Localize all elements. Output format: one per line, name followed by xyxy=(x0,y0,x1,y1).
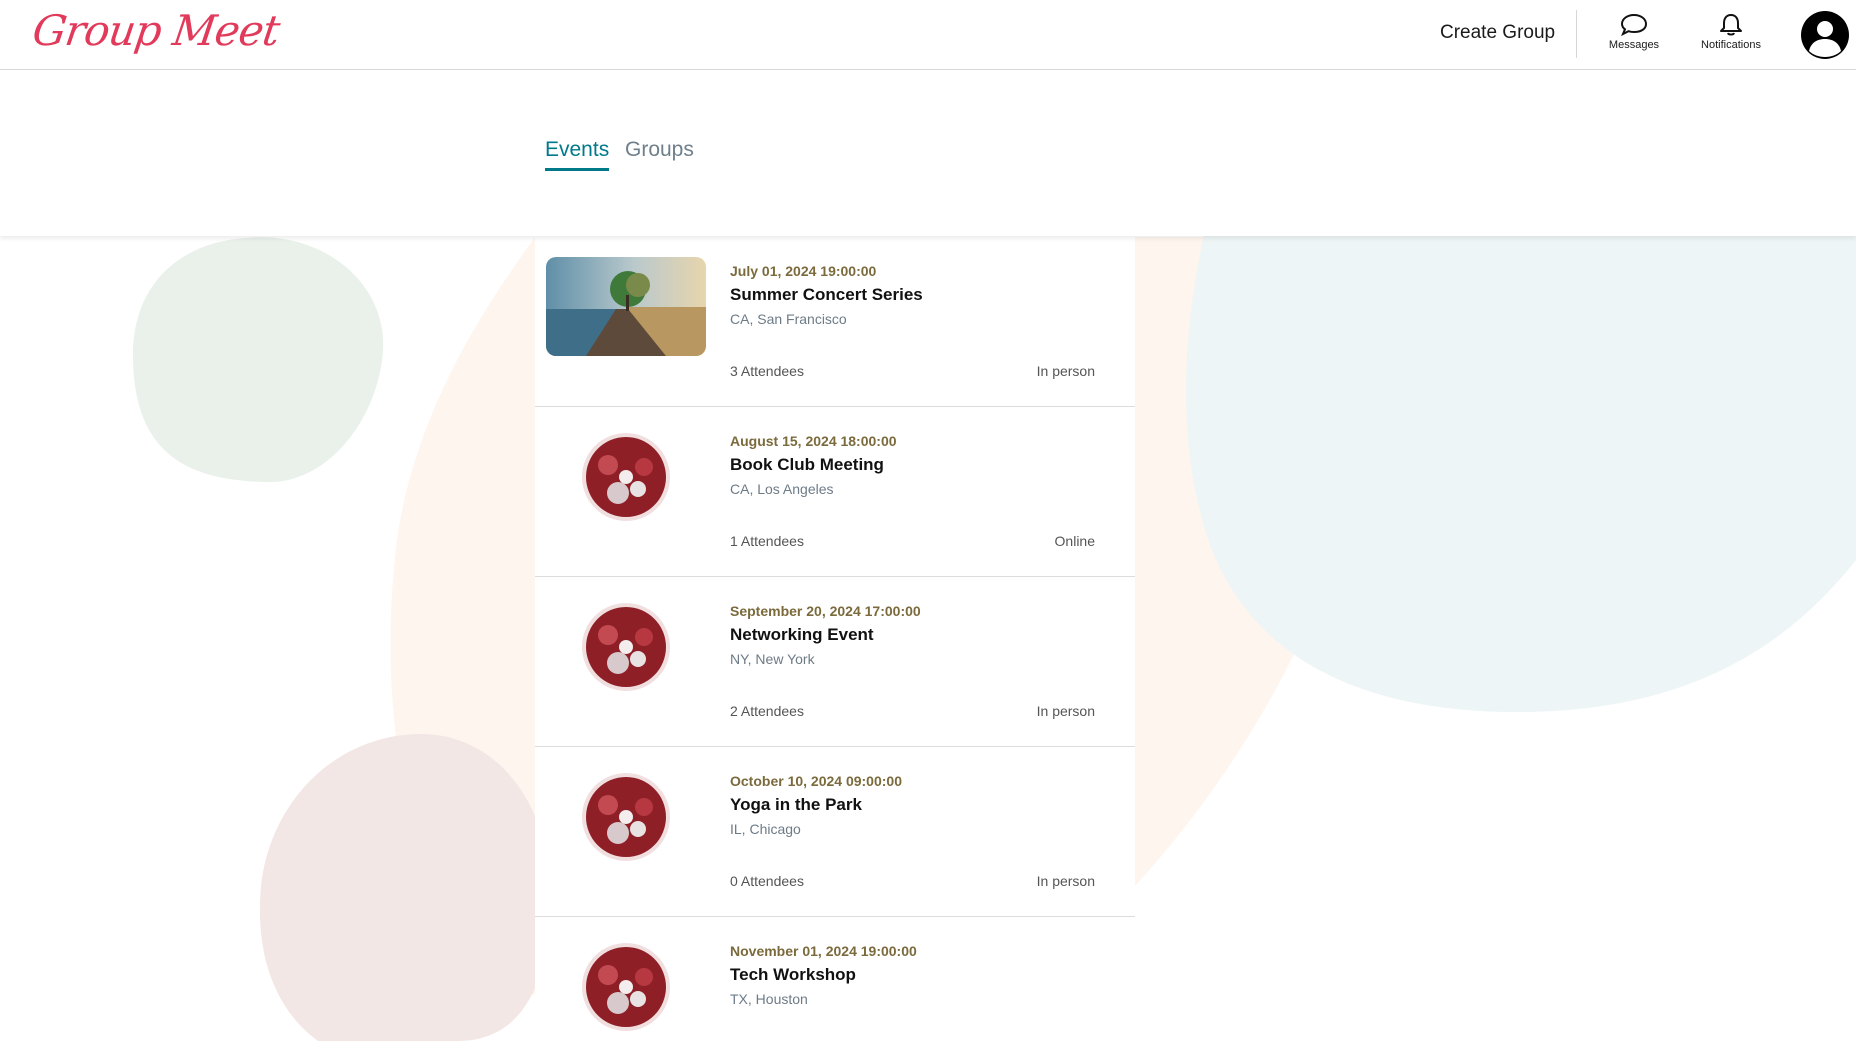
decorative-blob-green xyxy=(132,237,384,483)
event-attendees: 3 Attendees xyxy=(730,363,804,379)
messages-label: Messages xyxy=(1608,39,1660,51)
event-thumbnail xyxy=(546,597,706,696)
tab-bar: Events Groups xyxy=(0,70,1856,236)
event-mode: Online xyxy=(1054,533,1095,549)
event-title[interactable]: Summer Concert Series xyxy=(730,285,923,305)
tab-groups[interactable]: Groups xyxy=(625,138,694,168)
create-group-link[interactable]: Create Group xyxy=(1440,22,1555,44)
event-thumbnail xyxy=(546,257,706,356)
event-details: November 01, 2024 19:00:00 Tech Workshop… xyxy=(730,943,917,1007)
event-details: July 01, 2024 19:00:00 Summer Concert Se… xyxy=(730,263,923,327)
event-card[interactable]: August 15, 2024 18:00:00 Book Club Meeti… xyxy=(535,407,1135,577)
flower-sphere-image xyxy=(582,433,670,521)
event-thumbnail xyxy=(546,427,706,526)
event-thumbnail xyxy=(546,767,706,866)
notifications-button[interactable]: Notifications xyxy=(1686,13,1776,51)
notifications-label: Notifications xyxy=(1701,39,1761,51)
event-card[interactable]: September 20, 2024 17:00:00 Networking E… xyxy=(535,577,1135,747)
decorative-blob-blue xyxy=(1186,230,1856,713)
event-details: October 10, 2024 09:00:00 Yoga in the Pa… xyxy=(730,773,902,837)
event-location: TX, Houston xyxy=(730,991,808,1007)
event-location: NY, New York xyxy=(730,651,815,667)
event-title[interactable]: Tech Workshop xyxy=(730,965,917,985)
event-mode: In person xyxy=(1036,873,1095,889)
flower-sphere-image xyxy=(582,773,670,861)
event-date: August 15, 2024 18:00:00 xyxy=(730,433,897,449)
user-avatar[interactable] xyxy=(1801,11,1849,59)
event-mode: In person xyxy=(1036,363,1095,379)
event-attendees: 2 Attendees xyxy=(730,703,804,719)
event-location: CA, Los Angeles xyxy=(730,481,834,497)
flower-sphere-image xyxy=(582,943,670,1031)
bell-icon xyxy=(1720,14,1742,36)
landscape-photo xyxy=(546,257,706,356)
event-card[interactable]: October 10, 2024 09:00:00 Yoga in the Pa… xyxy=(535,747,1135,917)
group-meet-logo[interactable]: Group Meet xyxy=(30,6,283,55)
event-details: August 15, 2024 18:00:00 Book Club Meeti… xyxy=(730,433,897,497)
flower-sphere-image xyxy=(582,603,670,691)
chat-bubble-icon xyxy=(1620,13,1648,37)
events-list: July 01, 2024 19:00:00 Summer Concert Se… xyxy=(535,237,1135,1041)
user-avatar-icon xyxy=(1809,21,1841,57)
event-mode: In person xyxy=(1036,703,1095,719)
event-date: November 01, 2024 19:00:00 xyxy=(730,943,917,959)
event-date: July 01, 2024 19:00:00 xyxy=(730,263,877,279)
messages-button[interactable]: Messages xyxy=(1589,13,1679,51)
event-details: September 20, 2024 17:00:00 Networking E… xyxy=(730,603,921,667)
decorative-blob-rose xyxy=(259,733,551,1041)
event-date: September 20, 2024 17:00:00 xyxy=(730,603,921,619)
event-attendees: 0 Attendees xyxy=(730,873,804,889)
event-title[interactable]: Book Club Meeting xyxy=(730,455,897,475)
event-date: October 10, 2024 09:00:00 xyxy=(730,773,902,789)
event-attendees: 1 Attendees xyxy=(730,533,804,549)
header-divider xyxy=(1576,10,1577,58)
top-navigation-bar: Group Meet Create Group Messages Notific… xyxy=(0,0,1856,70)
event-thumbnail xyxy=(546,937,706,1036)
event-title[interactable]: Yoga in the Park xyxy=(730,795,902,815)
event-title[interactable]: Networking Event xyxy=(730,625,921,645)
event-location: IL, Chicago xyxy=(730,821,801,837)
tab-events[interactable]: Events xyxy=(545,138,610,171)
event-card[interactable]: July 01, 2024 19:00:00 Summer Concert Se… xyxy=(535,237,1135,407)
event-location: CA, San Francisco xyxy=(730,311,847,327)
event-card[interactable]: November 01, 2024 19:00:00 Tech Workshop… xyxy=(535,917,1135,1041)
